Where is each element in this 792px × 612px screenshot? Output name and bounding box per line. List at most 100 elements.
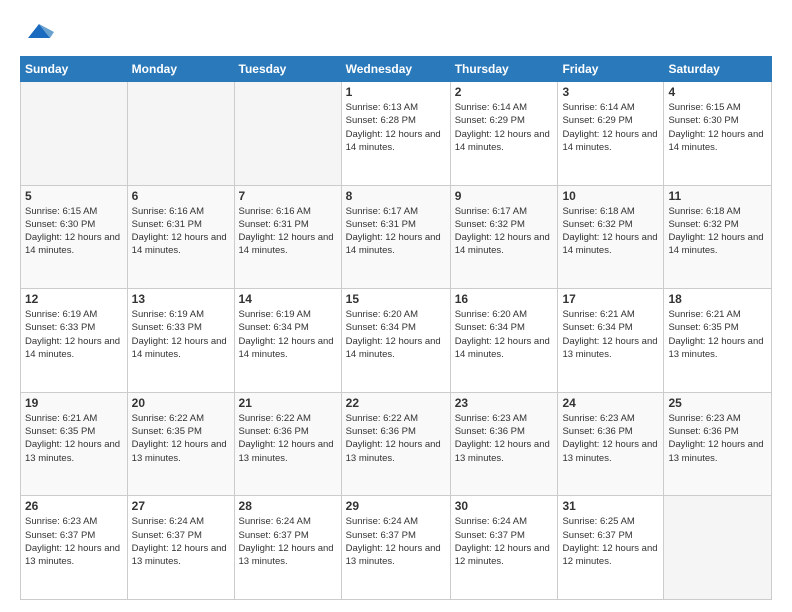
day-number: 15: [346, 292, 446, 306]
calendar-cell: 29 Sunrise: 6:24 AM Sunset: 6:37 PM Dayli…: [341, 496, 450, 600]
day-number: 3: [562, 85, 659, 99]
calendar-cell: 2 Sunrise: 6:14 AM Sunset: 6:29 PM Daylig…: [450, 82, 558, 186]
day-number: 5: [25, 189, 123, 203]
day-info: Sunrise: 6:23 AM Sunset: 6:36 PM Dayligh…: [562, 412, 659, 465]
calendar-cell: 18 Sunrise: 6:21 AM Sunset: 6:35 PM Dayli…: [664, 289, 772, 393]
calendar-cell: [234, 82, 341, 186]
day-info: Sunrise: 6:19 AM Sunset: 6:33 PM Dayligh…: [25, 308, 123, 361]
calendar-cell: 10Sunrise: 6:18 AM Sunset: 6:32 PM Dayli…: [558, 185, 664, 289]
day-number: 2: [455, 85, 554, 99]
day-info: Sunrise: 6:18 AM Sunset: 6:32 PM Dayligh…: [668, 205, 767, 258]
day-info: Sunrise: 6:16 AM Sunset: 6:31 PM Dayligh…: [239, 205, 337, 258]
calendar-cell: 22Sunrise: 6:22 AM Sunset: 6:36 PM Dayli…: [341, 392, 450, 496]
calendar-cell: 5 Sunrise: 6:15 AM Sunset: 6:30 PM Daylig…: [21, 185, 128, 289]
day-info: Sunrise: 6:24 AM Sunset: 6:37 PM Dayligh…: [239, 515, 337, 568]
day-number: 14: [239, 292, 337, 306]
calendar-cell: 25Sunrise: 6:23 AM Sunset: 6:36 PM Dayli…: [664, 392, 772, 496]
day-info: Sunrise: 6:19 AM Sunset: 6:33 PM Dayligh…: [132, 308, 230, 361]
day-header-wednesday: Wednesday: [341, 57, 450, 82]
calendar-cell: 12 Sunrise: 6:19 AM Sunset: 6:33 PM Dayli…: [21, 289, 128, 393]
day-info: Sunrise: 6:20 AM Sunset: 6:34 PM Dayligh…: [455, 308, 554, 361]
day-number: 30: [455, 499, 554, 513]
day-number: 4: [668, 85, 767, 99]
day-info: Sunrise: 6:21 AM Sunset: 6:34 PM Dayligh…: [562, 308, 659, 361]
day-number: 11: [668, 189, 767, 203]
calendar-cell: [21, 82, 128, 186]
day-info: Sunrise: 6:14 AM Sunset: 6:29 PM Dayligh…: [562, 101, 659, 154]
day-info: Sunrise: 6:24 AM Sunset: 6:37 PM Dayligh…: [346, 515, 446, 568]
day-info: Sunrise: 6:15 AM Sunset: 6:30 PM Dayligh…: [25, 205, 123, 258]
calendar-cell: [127, 82, 234, 186]
week-row-5: 26 Sunrise: 6:23 AM Sunset: 6:37 PM Dayli…: [21, 496, 772, 600]
day-number: 8: [346, 189, 446, 203]
day-number: 20: [132, 396, 230, 410]
day-number: 13: [132, 292, 230, 306]
day-number: 25: [668, 396, 767, 410]
day-number: 18: [668, 292, 767, 306]
calendar-cell: 8 Sunrise: 6:17 AM Sunset: 6:31 PM Daylig…: [341, 185, 450, 289]
day-info: Sunrise: 6:14 AM Sunset: 6:29 PM Dayligh…: [455, 101, 554, 154]
day-number: 28: [239, 499, 337, 513]
week-row-3: 12 Sunrise: 6:19 AM Sunset: 6:33 PM Dayli…: [21, 289, 772, 393]
day-number: 17: [562, 292, 659, 306]
day-number: 1: [346, 85, 446, 99]
day-info: Sunrise: 6:22 AM Sunset: 6:36 PM Dayligh…: [346, 412, 446, 465]
day-number: 12: [25, 292, 123, 306]
day-info: Sunrise: 6:20 AM Sunset: 6:34 PM Dayligh…: [346, 308, 446, 361]
day-header-thursday: Thursday: [450, 57, 558, 82]
day-number: 29: [346, 499, 446, 513]
calendar-cell: 9 Sunrise: 6:17 AM Sunset: 6:32 PM Daylig…: [450, 185, 558, 289]
calendar-cell: 27 Sunrise: 6:24 AM Sunset: 6:37 PM Dayli…: [127, 496, 234, 600]
day-number: 19: [25, 396, 123, 410]
day-info: Sunrise: 6:21 AM Sunset: 6:35 PM Dayligh…: [25, 412, 123, 465]
week-row-4: 19 Sunrise: 6:21 AM Sunset: 6:35 PM Dayli…: [21, 392, 772, 496]
calendar-cell: 14Sunrise: 6:19 AM Sunset: 6:34 PM Dayli…: [234, 289, 341, 393]
day-number: 16: [455, 292, 554, 306]
day-info: Sunrise: 6:18 AM Sunset: 6:32 PM Dayligh…: [562, 205, 659, 258]
calendar-cell: 30Sunrise: 6:24 AM Sunset: 6:37 PM Dayli…: [450, 496, 558, 600]
day-info: Sunrise: 6:17 AM Sunset: 6:31 PM Dayligh…: [346, 205, 446, 258]
day-header-saturday: Saturday: [664, 57, 772, 82]
calendar-cell: 3 Sunrise: 6:14 AM Sunset: 6:29 PM Daylig…: [558, 82, 664, 186]
calendar-cell: 19 Sunrise: 6:21 AM Sunset: 6:35 PM Dayli…: [21, 392, 128, 496]
calendar-cell: 28 Sunrise: 6:24 AM Sunset: 6:37 PM Dayli…: [234, 496, 341, 600]
day-number: 7: [239, 189, 337, 203]
day-info: Sunrise: 6:25 AM Sunset: 6:37 PM Dayligh…: [562, 515, 659, 568]
logo-icon: [24, 16, 54, 46]
day-info: Sunrise: 6:16 AM Sunset: 6:31 PM Dayligh…: [132, 205, 230, 258]
logo: [20, 16, 54, 46]
day-number: 27: [132, 499, 230, 513]
day-info: Sunrise: 6:21 AM Sunset: 6:35 PM Dayligh…: [668, 308, 767, 361]
day-header-tuesday: Tuesday: [234, 57, 341, 82]
calendar-cell: 4Sunrise: 6:15 AM Sunset: 6:30 PM Daylig…: [664, 82, 772, 186]
day-number: 23: [455, 396, 554, 410]
day-header-sunday: Sunday: [21, 57, 128, 82]
calendar-cell: 1 Sunrise: 6:13 AM Sunset: 6:28 PM Daylig…: [341, 82, 450, 186]
day-info: Sunrise: 6:13 AM Sunset: 6:28 PM Dayligh…: [346, 101, 446, 154]
calendar-cell: 7 Sunrise: 6:16 AM Sunset: 6:31 PM Daylig…: [234, 185, 341, 289]
day-number: 31: [562, 499, 659, 513]
header: [20, 16, 772, 46]
calendar-cell: 16 Sunrise: 6:20 AM Sunset: 6:34 PM Dayli…: [450, 289, 558, 393]
day-info: Sunrise: 6:17 AM Sunset: 6:32 PM Dayligh…: [455, 205, 554, 258]
calendar-cell: 31 Sunrise: 6:25 AM Sunset: 6:37 PM Dayli…: [558, 496, 664, 600]
day-info: Sunrise: 6:24 AM Sunset: 6:37 PM Dayligh…: [132, 515, 230, 568]
calendar-cell: 20 Sunrise: 6:22 AM Sunset: 6:35 PM Dayli…: [127, 392, 234, 496]
calendar-cell: 26 Sunrise: 6:23 AM Sunset: 6:37 PM Dayli…: [21, 496, 128, 600]
day-number: 26: [25, 499, 123, 513]
day-number: 6: [132, 189, 230, 203]
day-header-friday: Friday: [558, 57, 664, 82]
day-info: Sunrise: 6:23 AM Sunset: 6:37 PM Dayligh…: [25, 515, 123, 568]
calendar-cell: 11 Sunrise: 6:18 AM Sunset: 6:32 PM Dayli…: [664, 185, 772, 289]
calendar-cell: 13 Sunrise: 6:19 AM Sunset: 6:33 PM Dayli…: [127, 289, 234, 393]
day-info: Sunrise: 6:23 AM Sunset: 6:36 PM Dayligh…: [455, 412, 554, 465]
calendar-cell: 24 Sunrise: 6:23 AM Sunset: 6:36 PM Dayli…: [558, 392, 664, 496]
day-info: Sunrise: 6:22 AM Sunset: 6:36 PM Dayligh…: [239, 412, 337, 465]
page: SundayMondayTuesdayWednesdayThursdayFrid…: [0, 0, 792, 612]
calendar-cell: 15 Sunrise: 6:20 AM Sunset: 6:34 PM Dayli…: [341, 289, 450, 393]
day-number: 24: [562, 396, 659, 410]
week-row-1: 1 Sunrise: 6:13 AM Sunset: 6:28 PM Daylig…: [21, 82, 772, 186]
day-number: 9: [455, 189, 554, 203]
day-info: Sunrise: 6:22 AM Sunset: 6:35 PM Dayligh…: [132, 412, 230, 465]
days-header-row: SundayMondayTuesdayWednesdayThursdayFrid…: [21, 57, 772, 82]
